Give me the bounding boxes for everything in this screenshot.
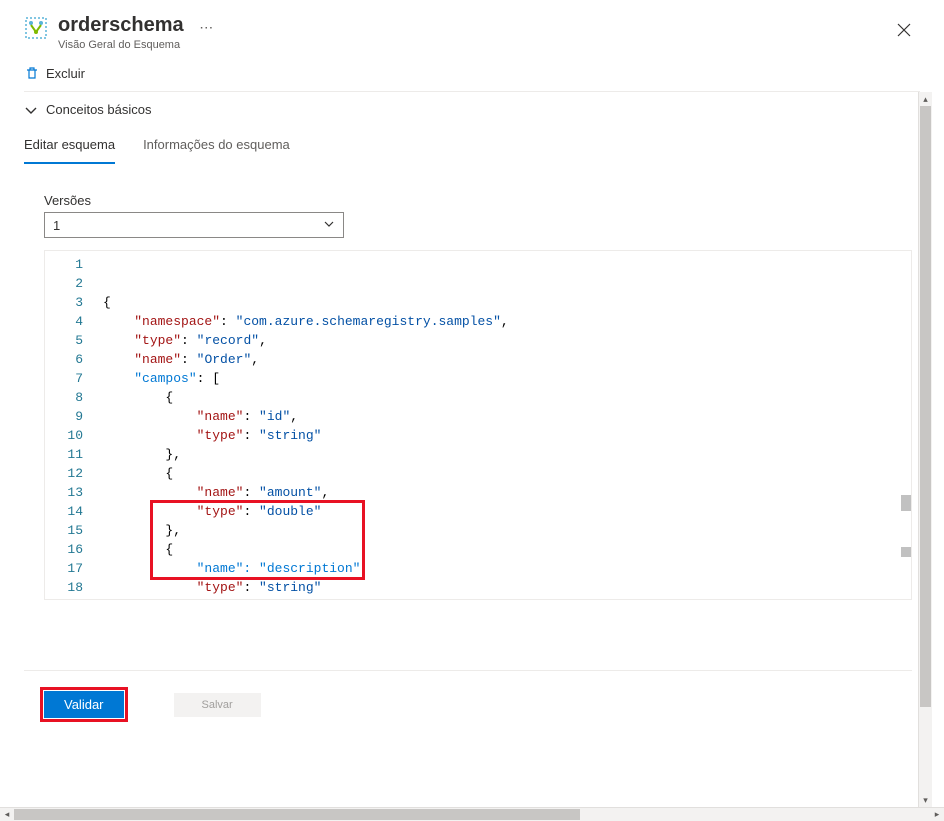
horizontal-scrollbar[interactable]: ◂ ▸ [0,807,944,821]
delete-button[interactable]: Excluir [24,65,85,81]
version-select[interactable]: 1 [44,212,344,238]
vertical-scrollbar[interactable]: ▴ ▾ [918,92,932,807]
vertical-scroll-thumb[interactable] [920,106,931,707]
tab-edit-schema[interactable]: Editar esquema [24,127,115,164]
delete-button-label: Excluir [46,66,85,81]
close-button[interactable] [888,14,920,46]
essentials-label: Conceitos básicos [46,102,152,117]
validate-button[interactable]: Validar [44,691,124,718]
more-actions-button[interactable]: ⋯ [199,19,213,36]
editor-minimap-mark [901,495,911,511]
scroll-right-arrow[interactable]: ▸ [930,808,944,821]
schema-icon [24,16,48,40]
editor-code[interactable]: { "namespace": "com.azure.schemaregistry… [95,251,911,599]
scroll-left-arrow[interactable]: ◂ [0,808,14,821]
editor-gutter: 123456789101112131415161718 [45,251,95,599]
chevron-down-icon [323,218,335,233]
editor-minimap-mark [901,547,911,557]
page-title: orderschema [58,14,184,37]
versions-label: Versões [44,193,912,208]
scroll-up-arrow[interactable]: ▴ [919,92,932,106]
horizontal-scroll-thumb[interactable] [14,809,580,820]
tab-schema-info[interactable]: Informações do esquema [143,127,290,164]
version-selected-value: 1 [53,218,60,233]
schema-editor[interactable]: 123456789101112131415161718 { "namespace… [44,250,912,600]
essentials-toggle[interactable]: Conceitos básicos [24,92,912,127]
page-subtitle: Visão Geral do Esquema [58,39,888,51]
save-button[interactable]: Salvar [174,693,261,717]
scroll-down-arrow[interactable]: ▾ [919,793,932,807]
